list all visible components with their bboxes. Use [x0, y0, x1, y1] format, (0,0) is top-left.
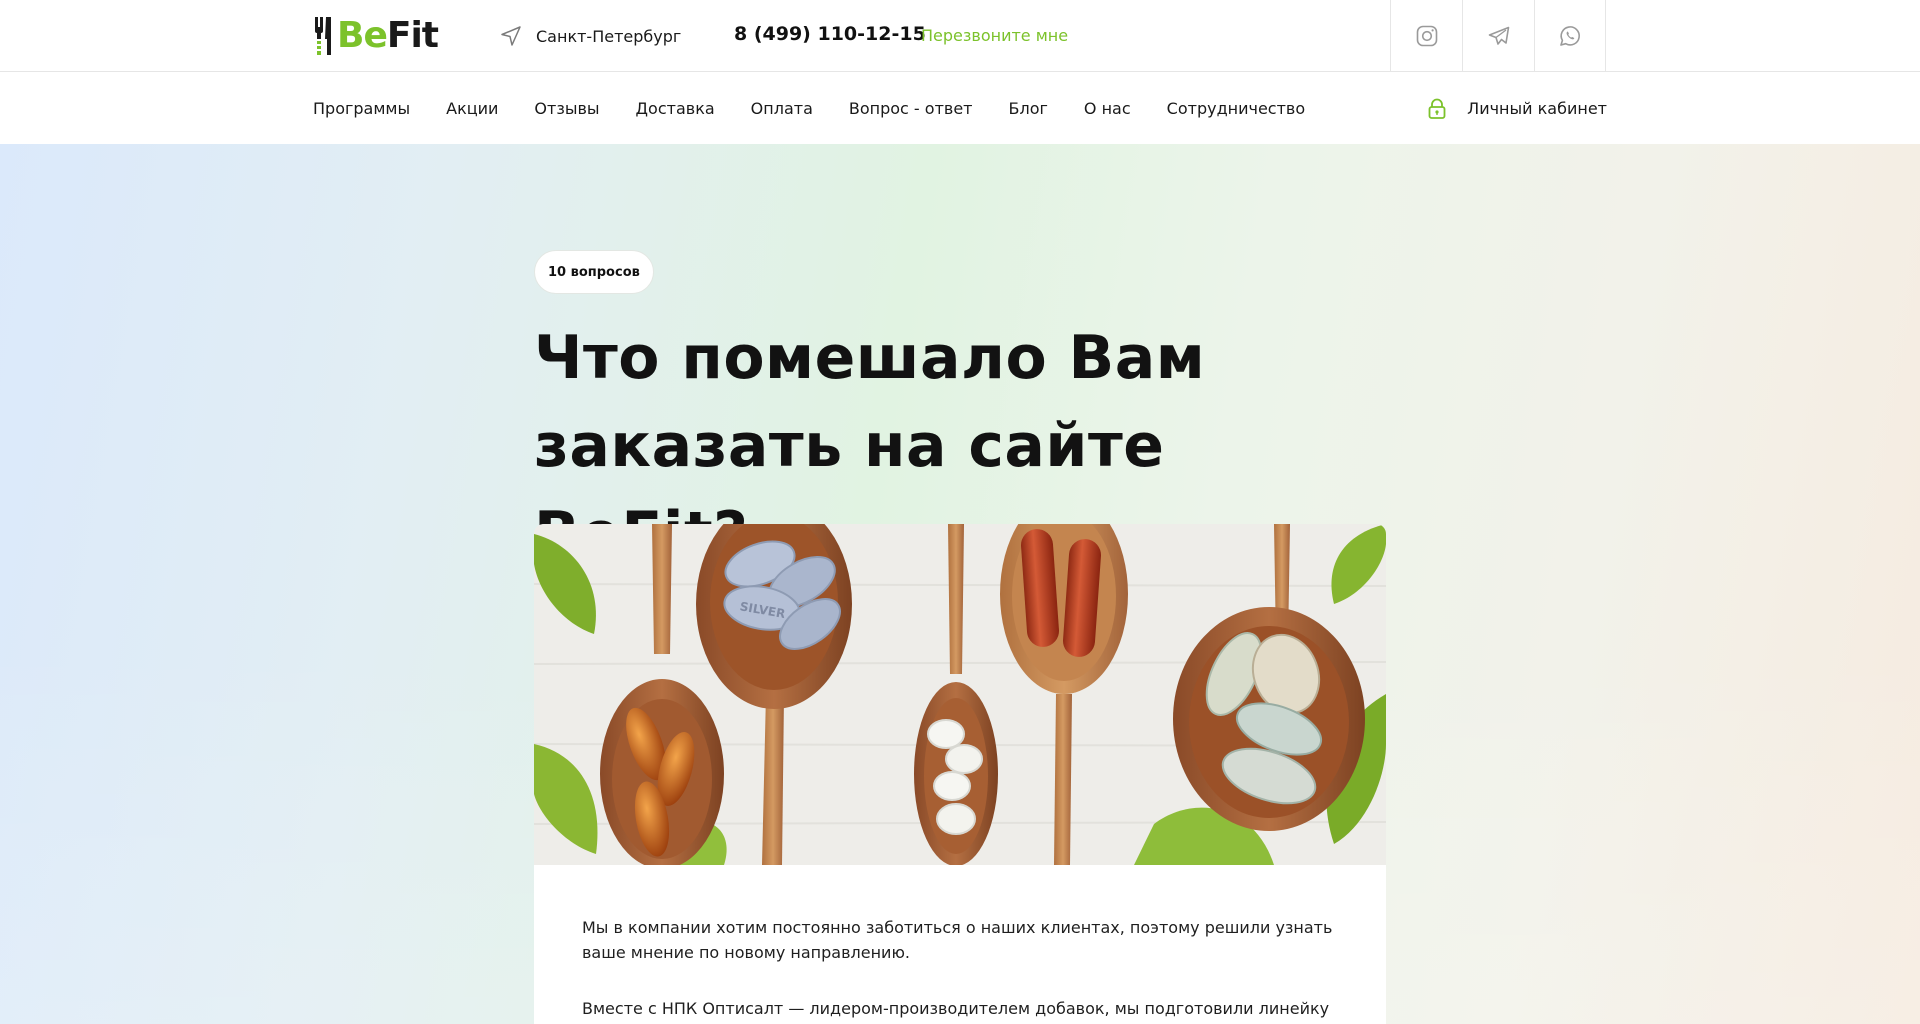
- city-selector[interactable]: Санкт-Петербург: [500, 24, 681, 48]
- title-line-1: Что помешало Вам: [534, 323, 1206, 393]
- nav-item-programs[interactable]: Программы: [313, 99, 410, 118]
- supplements-photo: SILVER: [534, 524, 1386, 865]
- account-label: Личный кабинет: [1467, 99, 1607, 118]
- city-label: Санкт-Петербург: [536, 26, 682, 46]
- telegram-icon: [1488, 26, 1509, 45]
- callback-link[interactable]: Перезвоните мне: [921, 26, 1068, 45]
- nav-item-reviews[interactable]: Отзывы: [534, 99, 599, 118]
- article-paragraph-1: Мы в компании хотим постоянно заботиться…: [582, 918, 1333, 962]
- questions-badge: 10 вопросов: [534, 250, 654, 294]
- nav-item-payment[interactable]: Оплата: [751, 99, 813, 118]
- nav-item-partnership[interactable]: Сотрудничество: [1167, 99, 1305, 118]
- logo[interactable]: BeFit: [313, 14, 439, 58]
- telegram-button[interactable]: [1462, 0, 1534, 72]
- top-bar: BeFit Санкт-Петербург 8 (499) 110-12-15 …: [0, 0, 1920, 72]
- nav-menu: Программы Акции Отзывы Доставка Оплата В…: [313, 73, 1305, 144]
- whatsapp-icon: [1560, 26, 1580, 46]
- phone-number[interactable]: 8 (499) 110-12-15: [734, 23, 926, 45]
- social-links: [1390, 0, 1606, 72]
- account-link[interactable]: Личный кабинет: [1427, 73, 1607, 144]
- instagram-button[interactable]: [1390, 0, 1462, 72]
- article-body: Мы в компании хотим постоянно заботиться…: [534, 865, 1386, 1024]
- logo-text: BeFit: [337, 15, 439, 57]
- nav-item-blog[interactable]: Блог: [1009, 99, 1048, 118]
- logo-text-fit: Fit: [386, 15, 439, 56]
- logo-text-be: Be: [337, 15, 388, 56]
- location-arrow-icon: [501, 26, 521, 46]
- main-navigation: Программы Акции Отзывы Доставка Оплата В…: [0, 73, 1920, 144]
- hero-section: 10 вопросов Что помешало Вам заказать на…: [0, 144, 1920, 1024]
- nav-item-about[interactable]: О нас: [1084, 99, 1131, 118]
- nav-item-promotions[interactable]: Акции: [446, 99, 498, 118]
- whatsapp-button[interactable]: [1534, 0, 1606, 72]
- article-paragraph-2: Вместе с НПК Оптисалт — лидером-производ…: [582, 999, 1330, 1018]
- nav-item-faq[interactable]: Вопрос - ответ: [849, 99, 973, 118]
- fork-icon: [315, 17, 331, 55]
- nav-item-delivery[interactable]: Доставка: [636, 99, 715, 118]
- spoons-with-pills-image: SILVER: [534, 524, 1386, 865]
- instagram-icon: [1416, 25, 1437, 47]
- lock-icon: [1428, 98, 1446, 119]
